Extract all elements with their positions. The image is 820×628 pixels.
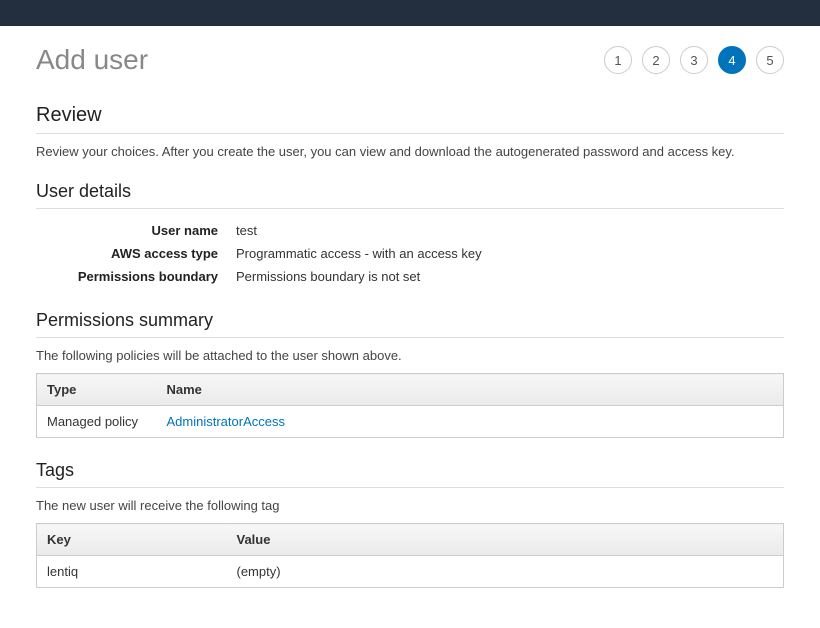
tag-key: lentiq [37,556,227,588]
table-header-row: Type Name [37,374,784,406]
col-value-header: Value [227,524,784,556]
details-row: User nametest [36,219,784,242]
user-details-table: User nametestAWS access typeProgrammatic… [36,219,784,288]
details-row: AWS access typeProgrammatic access - wit… [36,242,784,265]
header-row: Add user 12345 [36,44,784,76]
tag-value: (empty) [227,556,784,588]
permissions-summary-subtext: The following policies will be attached … [36,348,784,363]
wizard-steps: 12345 [604,46,784,74]
policy-type: Managed policy [37,406,157,438]
wizard-step-3[interactable]: 3 [680,46,708,74]
tags-heading: Tags [36,460,784,481]
review-subtext: Review your choices. After you create th… [36,144,784,159]
review-heading: Review [36,104,784,127]
details-value: test [236,223,257,238]
tags-table-body: lentiq(empty) [37,556,784,588]
details-value: Permissions boundary is not set [236,269,420,284]
tags-subtext: The new user will receive the following … [36,498,784,513]
top-nav-bar [0,0,820,26]
wizard-step-1[interactable]: 1 [604,46,632,74]
table-row: lentiq(empty) [37,556,784,588]
tags-table: Key Value lentiq(empty) [36,523,784,588]
policy-name-link[interactable]: AdministratorAccess [167,414,285,429]
table-header-row: Key Value [37,524,784,556]
divider [36,208,784,209]
details-label: Permissions boundary [36,269,236,284]
permissions-table: Type Name Managed policy AdministratorAcc… [36,373,784,438]
wizard-step-2[interactable]: 2 [642,46,670,74]
divider [36,337,784,338]
details-label: AWS access type [36,246,236,261]
wizard-step-5[interactable]: 5 [756,46,784,74]
main-container: Add user 12345 Review Review your choice… [0,26,820,628]
col-key-header: Key [37,524,227,556]
page-title: Add user [36,44,148,76]
user-details-heading: User details [36,181,784,202]
col-name-header: Name [157,374,784,406]
table-row: Managed policy AdministratorAccess [37,406,784,438]
details-label: User name [36,223,236,238]
policy-name: AdministratorAccess [157,406,784,438]
details-row: Permissions boundaryPermissions boundary… [36,265,784,288]
col-type-header: Type [37,374,157,406]
details-value: Programmatic access - with an access key [236,246,482,261]
divider [36,133,784,134]
permissions-table-body: Managed policy AdministratorAccess [37,406,784,438]
permissions-summary-heading: Permissions summary [36,310,784,331]
divider [36,487,784,488]
wizard-step-4[interactable]: 4 [718,46,746,74]
